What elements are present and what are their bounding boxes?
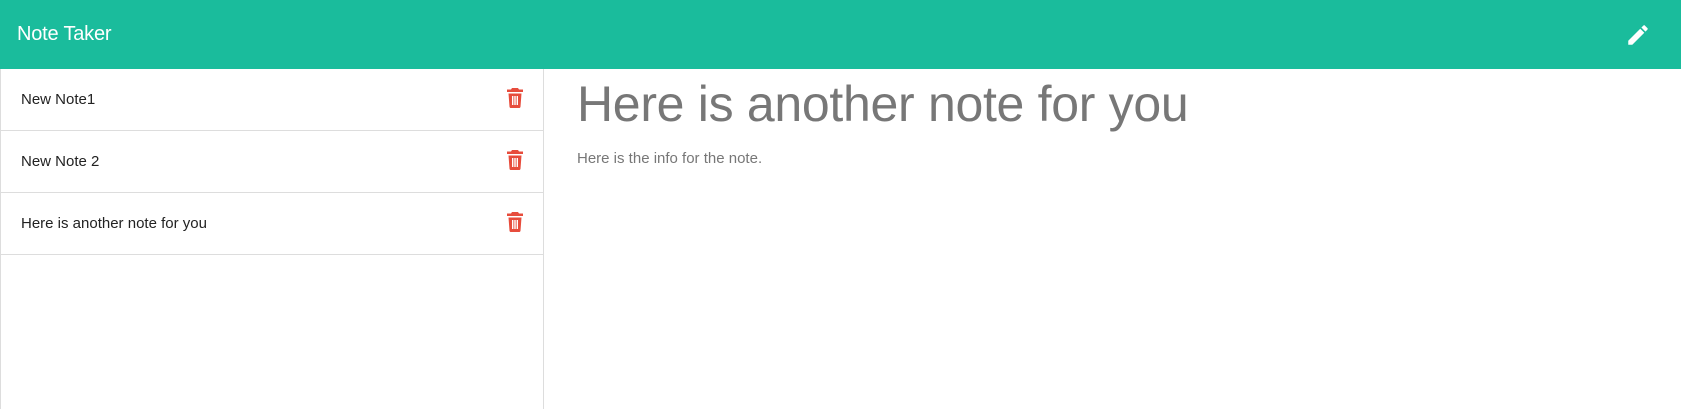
note-title-field[interactable]: Here is another note for you <box>577 77 1649 132</box>
navbar: Note Taker <box>0 0 1681 69</box>
trash-icon <box>507 87 523 108</box>
delete-note-button[interactable] <box>505 86 525 110</box>
list-item[interactable]: New Note 2 <box>1 131 543 193</box>
list-item[interactable]: New Note1 <box>1 69 543 131</box>
delete-note-button[interactable] <box>505 148 525 172</box>
note-item-title: New Note1 <box>21 91 96 108</box>
delete-note-button[interactable] <box>505 210 525 234</box>
note-editor: Here is another note for you Here is the… <box>545 69 1681 409</box>
note-sidebar: New Note1 New Note 2 Here is another not… <box>0 69 544 409</box>
note-text-field[interactable]: Here is the info for the note. <box>577 150 1649 167</box>
trash-icon <box>507 211 523 232</box>
list-item[interactable]: Here is another note for you <box>1 193 543 255</box>
trash-icon <box>507 149 523 170</box>
new-note-button[interactable] <box>1623 20 1653 50</box>
pencil-icon <box>1628 24 1648 45</box>
note-item-title: Here is another note for you <box>21 215 207 232</box>
note-item-title: New Note 2 <box>21 153 100 170</box>
app-title[interactable]: Note Taker <box>17 23 112 46</box>
note-list: New Note1 New Note 2 Here is another not… <box>1 69 543 255</box>
